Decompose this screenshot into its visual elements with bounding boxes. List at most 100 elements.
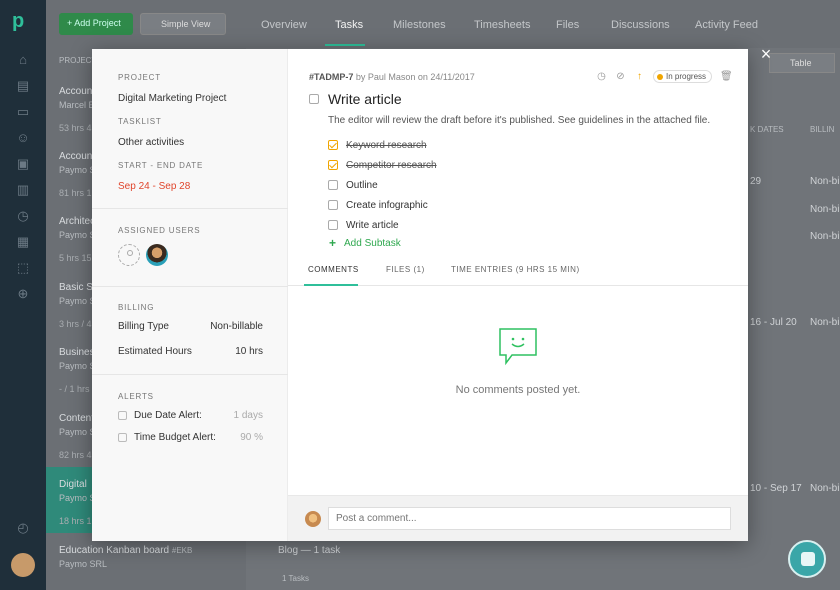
detail-tabs: COMMENTS FILES (1) TIME ENTRIES (9 HRS 1… <box>288 256 748 286</box>
clock-icon[interactable]: ◷ <box>15 208 31 224</box>
project-value[interactable]: Digital Marketing Project <box>118 93 263 104</box>
project-client: Paymo S <box>59 230 96 240</box>
tab-time-entries[interactable]: TIME ENTRIES (9 HRS 15 MIN) <box>451 265 580 274</box>
assigned-users-list <box>118 244 263 266</box>
project-name: Digital <box>59 479 87 490</box>
subtask-checkbox[interactable] <box>328 180 338 190</box>
status-badge[interactable]: In progress <box>653 70 713 83</box>
task-description[interactable]: The editor will review the draft before … <box>328 115 710 126</box>
dates-value[interactable]: Sep 24 - Sep 28 <box>118 181 263 192</box>
row-date: 29 <box>750 176 762 187</box>
calendar-icon[interactable]: ▦ <box>15 234 31 250</box>
subtask-item[interactable]: Keyword research <box>328 135 437 155</box>
estimated-hours-value: 10 hrs <box>235 346 263 357</box>
row-billing: Non-bi <box>810 231 840 242</box>
task-author: by Paul Mason on 24/11/2017 <box>355 72 475 82</box>
subtask-label: Write article <box>346 219 399 231</box>
project-hours: 81 hrs 1 <box>59 188 92 198</box>
folder-icon[interactable]: ▭ <box>15 104 31 120</box>
tab-timesheets[interactable]: Timesheets <box>474 19 530 31</box>
tab-comments[interactable]: COMMENTS <box>308 265 359 274</box>
tab-discussions[interactable]: Discussions <box>611 19 670 31</box>
subtask-label: Competitor research <box>346 159 437 171</box>
paymo-logo[interactable]: p <box>12 10 34 32</box>
subtask-item[interactable]: Outline <box>328 175 437 195</box>
tab-indicator <box>304 284 358 286</box>
billing-type-row[interactable]: Billing Type Non-billable <box>118 321 263 332</box>
project-tag: #EKB <box>171 546 193 555</box>
close-modal-button[interactable]: × <box>758 45 774 63</box>
subtask-item[interactable]: Competitor research <box>328 155 437 175</box>
project-hours: 82 hrs 4 <box>59 450 92 460</box>
clock-icon[interactable]: ◷ <box>596 71 607 82</box>
tab-tasks[interactable]: Tasks <box>335 19 363 31</box>
due-date-checkbox[interactable] <box>118 411 127 420</box>
avatar[interactable] <box>146 244 168 266</box>
tab-files[interactable]: Files <box>556 19 579 31</box>
home-icon[interactable]: ⌂ <box>15 52 31 68</box>
tasklist-value[interactable]: Other activities <box>118 137 263 148</box>
estimated-hours-row[interactable]: Estimated Hours 10 hrs <box>118 346 263 357</box>
time-budget-percent[interactable]: 90 % <box>240 432 263 443</box>
subtask-item[interactable]: Create infographic <box>328 195 437 215</box>
tab-files[interactable]: FILES (1) <box>386 265 425 274</box>
project-item[interactable]: Basic St Paymo S 3 hrs / 4 <box>59 282 96 329</box>
board-icon[interactable]: ▤ <box>15 78 31 94</box>
subtask-checkbox[interactable] <box>328 160 338 170</box>
table-view-select[interactable]: Table <box>769 53 835 73</box>
project-client: Paymo S <box>59 296 96 306</box>
project-client: Paymo S <box>59 427 96 437</box>
simple-view-select[interactable]: Simple View <box>140 13 226 35</box>
dates-section: START - END DATE Sep 24 - Sep 28 <box>118 161 263 192</box>
invoice-icon[interactable]: ▣ <box>15 156 31 172</box>
due-date-days[interactable]: 1 days <box>234 410 263 421</box>
comment-bubble-icon <box>499 328 537 366</box>
project-name: Content <box>59 413 95 424</box>
timer-icon[interactable]: ◴ <box>15 520 31 536</box>
add-circle-icon[interactable]: ⊕ <box>15 286 31 302</box>
empty-comments: No comments posted yet. <box>288 327 748 396</box>
status-text: In progress <box>666 72 707 81</box>
alerts-section: ALERTS Due Date Alert: 1 days Time Budge… <box>118 392 263 443</box>
subtask-item[interactable]: Write article <box>328 215 437 235</box>
trash-icon[interactable]: 🗑 <box>720 71 733 82</box>
project-item[interactable]: Content Paymo S 82 hrs 4 <box>59 413 96 460</box>
attachment-icon[interactable]: ⊘ <box>615 71 626 82</box>
add-project-button[interactable]: + Add Project <box>59 13 133 35</box>
user-avatar[interactable] <box>11 553 35 577</box>
subtask-checkbox[interactable] <box>328 200 338 210</box>
due-date-alert[interactable]: Due Date Alert: 1 days <box>118 410 263 421</box>
chat-support-button[interactable] <box>788 540 826 578</box>
priority-arrow-icon[interactable]: ↑ <box>634 71 645 82</box>
project-hours: 5 hrs 15 <box>59 253 92 263</box>
time-budget-checkbox[interactable] <box>118 433 127 442</box>
billing-type-label: Billing Type <box>118 321 169 332</box>
user-icon[interactable]: ☺ <box>15 130 31 146</box>
project-item[interactable]: Account Paymo S 81 hrs 1 <box>59 151 96 198</box>
subtask-checkbox[interactable] <box>328 220 338 230</box>
chart-icon[interactable]: ▥ <box>15 182 31 198</box>
tasklist-count: 1 Tasks <box>282 574 309 583</box>
tasklist-blog[interactable]: Blog — 1 task <box>278 545 340 556</box>
task-title[interactable]: Write article <box>328 91 402 107</box>
row-date: 10 - Sep 17 <box>750 483 802 494</box>
empty-comments-message: No comments posted yet. <box>455 384 581 396</box>
row-billing: Non-bi <box>810 176 840 187</box>
tab-activity-feed[interactable]: Activity Feed <box>695 19 758 31</box>
add-subtask-button[interactable]: + Add Subtask <box>329 236 401 250</box>
comment-input[interactable] <box>328 507 731 530</box>
add-user-icon[interactable] <box>118 244 140 266</box>
task-sidebar: PROJECT Digital Marketing Project TASKLI… <box>92 49 288 541</box>
project-client: Paymo S <box>59 165 96 175</box>
task-complete-checkbox[interactable] <box>309 94 319 104</box>
time-budget-alert[interactable]: Time Budget Alert: 90 % <box>118 432 263 443</box>
project-item[interactable]: Architec Paymo S 5 hrs 15 <box>59 216 96 263</box>
project-item[interactable]: Education Kanban board #EKB Paymo SRL <box>59 545 192 579</box>
project-item-active[interactable]: Digital Paymo S 18 hrs 1 <box>59 479 96 526</box>
tab-overview[interactable]: Overview <box>261 19 307 31</box>
subtask-checkbox[interactable] <box>328 140 338 150</box>
project-item[interactable]: Account Marcel E 53 hrs 4 <box>59 86 95 133</box>
tab-milestones[interactable]: Milestones <box>393 19 446 31</box>
report-icon[interactable]: ⬚ <box>15 260 31 276</box>
billing-type-value: Non-billable <box>210 321 263 332</box>
